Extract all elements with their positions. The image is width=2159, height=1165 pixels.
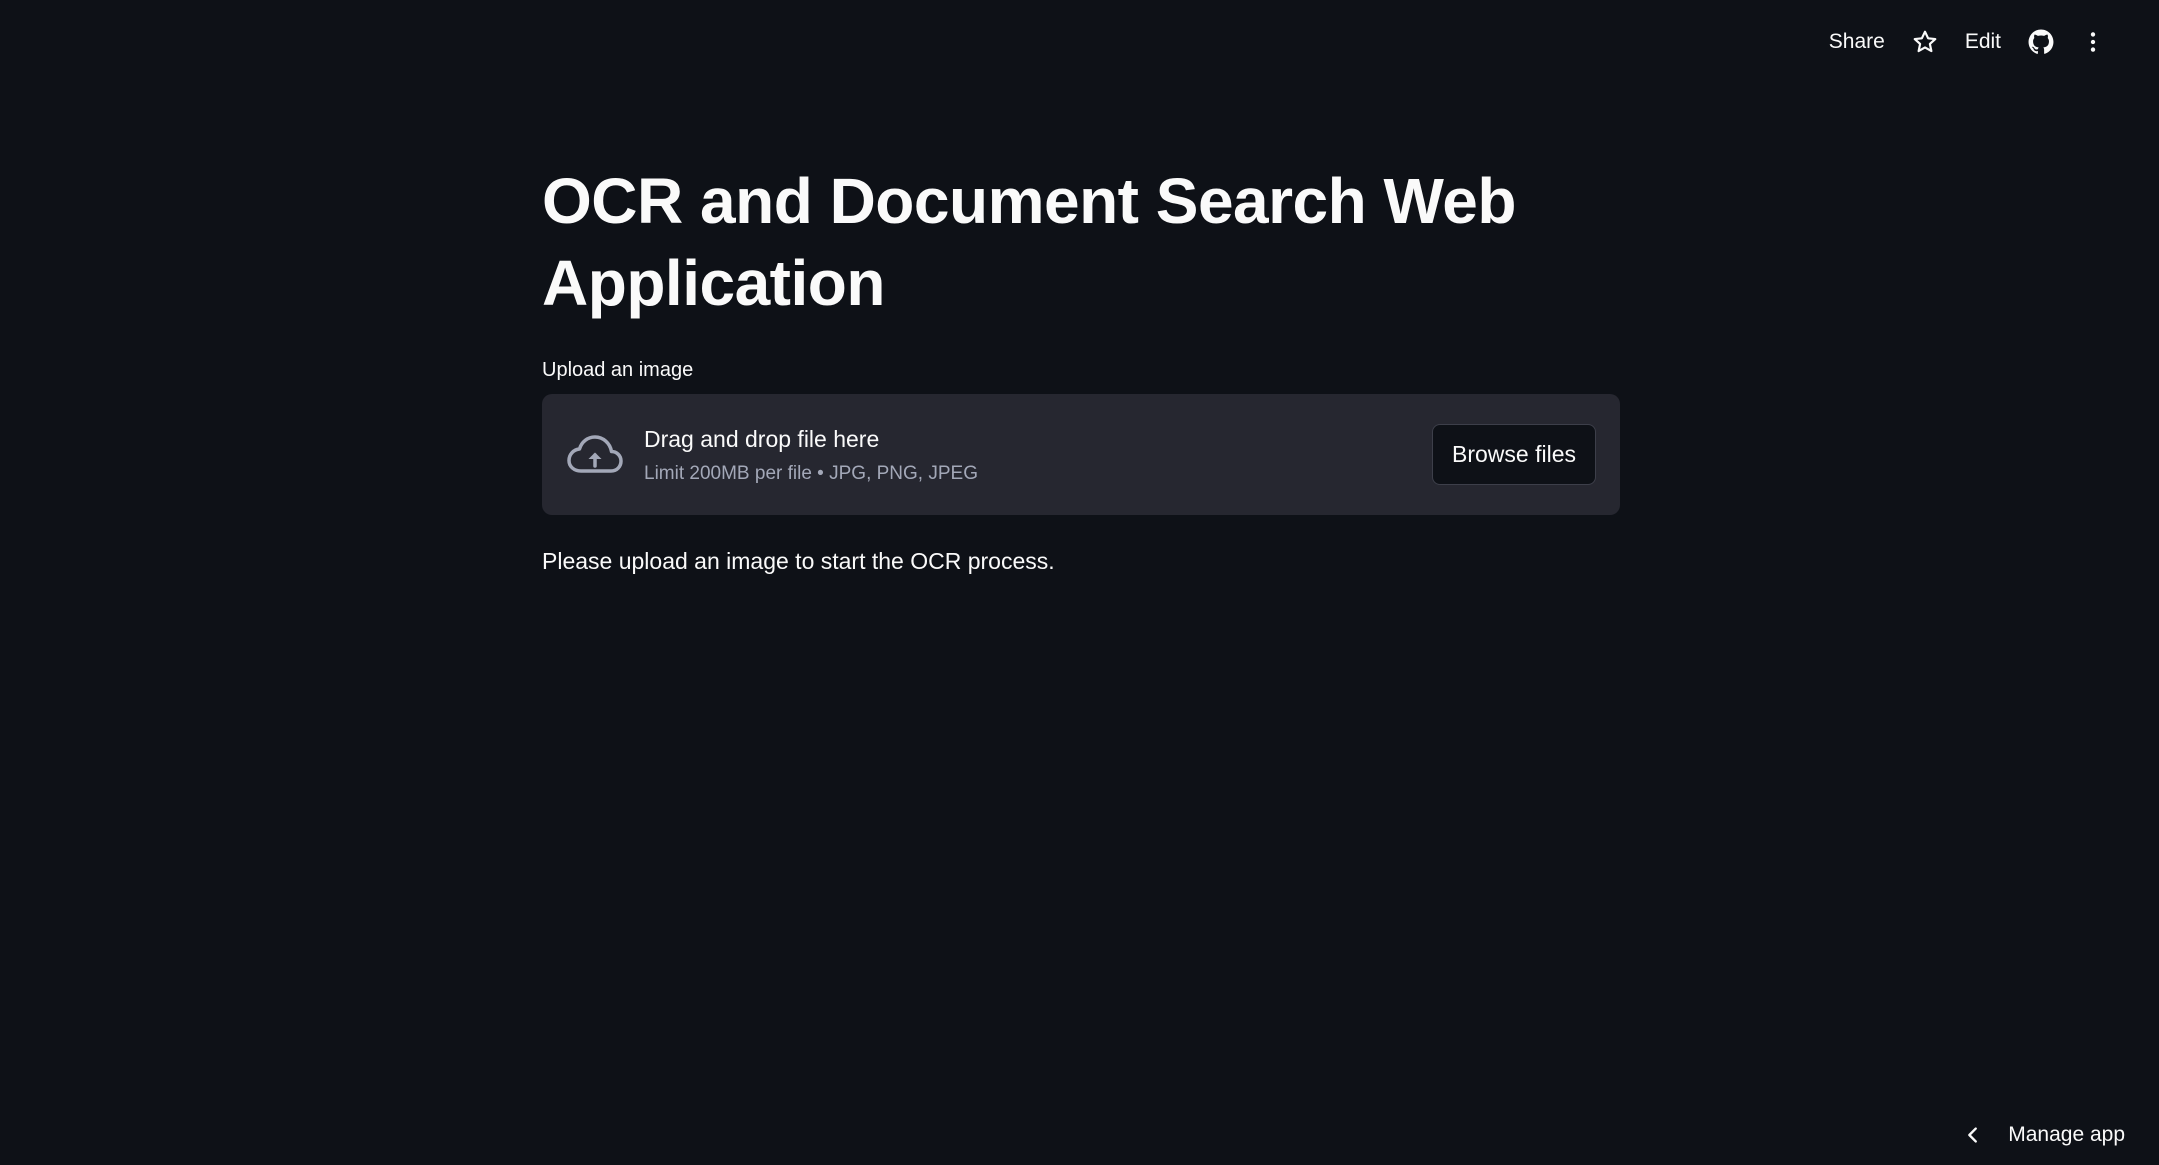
main-menu-button[interactable] bbox=[2067, 24, 2119, 60]
cloud-upload-icon bbox=[566, 433, 624, 477]
github-icon bbox=[2028, 29, 2054, 55]
manage-app-button[interactable]: Manage app bbox=[1962, 1117, 2125, 1153]
page-title: OCR and Document Search Web Application bbox=[542, 165, 1516, 319]
top-toolbar: Share Edit bbox=[1815, 24, 2119, 60]
share-button[interactable]: Share bbox=[1815, 24, 1899, 60]
share-label: Share bbox=[1828, 30, 1885, 53]
dropzone-limits: Limit 200MB per file • JPG, PNG, JPEG bbox=[644, 462, 978, 484]
github-button[interactable] bbox=[2015, 24, 2067, 60]
manage-app-label: Manage app bbox=[2008, 1123, 2125, 1146]
file-uploader-label: Upload an image bbox=[542, 359, 694, 381]
dropzone-instructions: Drag and drop file here bbox=[644, 425, 880, 452]
file-dropzone[interactable]: Drag and drop file here Limit 200MB per … bbox=[542, 394, 1620, 515]
chevron-left-icon bbox=[1962, 1124, 1984, 1146]
edit-button[interactable]: Edit bbox=[1951, 24, 2015, 60]
star-icon bbox=[1912, 29, 1938, 55]
main-content: OCR and Document Search Web Application … bbox=[542, 160, 1620, 577]
kebab-menu-icon bbox=[2080, 29, 2106, 55]
edit-label: Edit bbox=[1964, 30, 2001, 53]
browse-files-button[interactable]: Browse files bbox=[1432, 424, 1596, 485]
star-button[interactable] bbox=[1899, 24, 1951, 60]
dropzone-text: Drag and drop file here Limit 200MB per … bbox=[644, 423, 978, 487]
status-message: Please upload an image to start the OCR … bbox=[542, 548, 1055, 574]
